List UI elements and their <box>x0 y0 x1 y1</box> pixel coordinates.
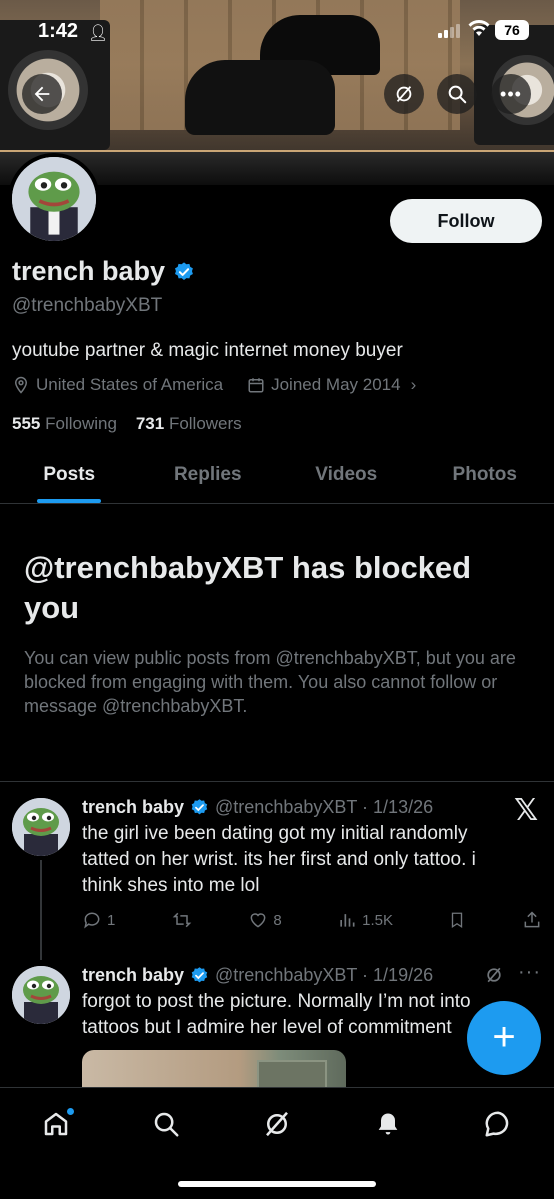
following-link[interactable]: 555 Following <box>12 414 117 433</box>
post-header: trench baby @trenchbabyXBT · 1/19/26 <box>82 965 433 986</box>
tab-replies[interactable]: Replies <box>139 447 278 503</box>
chevron-right-icon[interactable]: › <box>411 375 417 395</box>
section-divider <box>0 781 554 782</box>
bookmark-icon <box>452 912 463 929</box>
like-count: 8 <box>273 911 282 929</box>
arrow-left-icon <box>34 86 50 102</box>
bookmark-button[interactable] <box>448 910 466 930</box>
verified-badge-icon <box>191 799 208 815</box>
post-avatar[interactable] <box>12 966 70 1024</box>
post-header: trench baby @trenchbabyXBT · 1/13/26 <box>82 797 433 818</box>
views-icon <box>340 914 355 927</box>
banner-horse-statue <box>185 60 335 135</box>
location-icon <box>14 376 28 394</box>
tab-videos[interactable]: Videos <box>277 447 416 503</box>
plus-icon: + <box>492 1015 516 1059</box>
search-button[interactable] <box>437 74 477 114</box>
repost-button[interactable] <box>171 910 193 930</box>
search-icon <box>154 1112 179 1137</box>
grok-icon <box>266 1111 288 1137</box>
battery-indicator: 76 <box>495 20 529 40</box>
like-button[interactable]: 8 <box>248 910 282 930</box>
followers-link[interactable]: 731 Followers <box>136 414 242 433</box>
reply-icon <box>84 912 100 929</box>
view-count: 1.5K <box>362 911 393 929</box>
nav-search[interactable] <box>148 1106 184 1142</box>
compose-post-button[interactable]: + <box>467 1001 541 1075</box>
wifi-icon <box>467 18 491 44</box>
profile-stats: 555 Following 731 Followers <box>12 414 242 434</box>
bell-icon <box>378 1113 398 1135</box>
search-icon <box>448 85 467 104</box>
pepe-avatar-image <box>12 966 70 1024</box>
follow-button[interactable]: Follow <box>390 199 542 243</box>
grok-icon[interactable] <box>484 965 504 991</box>
verified-badge-icon[interactable] <box>173 261 195 283</box>
calendar-icon <box>248 378 264 393</box>
profile-name-row: trench baby <box>12 256 195 287</box>
signal-icon <box>438 22 460 38</box>
notification-dot <box>67 1108 74 1115</box>
followers-count: 731 <box>135 414 165 433</box>
home-indicator[interactable] <box>178 1181 376 1187</box>
post-handle-date: @trenchbabyXBT · 1/13/26 <box>215 797 434 817</box>
repost-icon <box>172 912 192 928</box>
followers-label: Followers <box>168 414 242 433</box>
profile-avatar[interactable] <box>8 153 100 245</box>
profile-display-name: trench baby <box>12 256 166 286</box>
heart-icon <box>250 913 266 928</box>
home-icon <box>44 1112 68 1136</box>
nav-notifications[interactable] <box>370 1106 406 1142</box>
post-more-icon[interactable]: ··· <box>518 961 541 984</box>
pepe-avatar-image <box>12 157 96 241</box>
x-logo-icon[interactable]: 𝕏 <box>514 793 538 828</box>
blocked-message: You can view public posts from @trenchba… <box>24 648 516 716</box>
status-time: 1:42 <box>38 20 79 42</box>
profile-handle: @trenchbabyXBT <box>12 295 163 316</box>
profile-location: United States of America <box>36 375 224 394</box>
share-icon <box>524 911 540 928</box>
profile-tabs: Posts Replies Videos Photos <box>0 447 554 504</box>
following-label: Following <box>45 414 117 433</box>
post-text: forgot to post the picture. Normally I’m… <box>82 991 471 1038</box>
post-text: the girl ive been dating got my initial … <box>82 823 476 896</box>
post-image[interactable] <box>82 1050 346 1090</box>
grok-button[interactable] <box>384 74 424 114</box>
profile-joined: Joined May 2014 <box>271 375 401 394</box>
nav-messages[interactable] <box>480 1106 516 1142</box>
image-object <box>257 1060 327 1090</box>
pepe-avatar-image <box>12 798 70 856</box>
following-count: 555 <box>12 414 41 433</box>
more-icon: ••• <box>500 84 522 104</box>
grok-icon <box>396 86 412 102</box>
nav-home[interactable] <box>38 1106 74 1142</box>
reply-button[interactable]: 1 <box>82 910 115 930</box>
tab-photos[interactable]: Photos <box>416 447 554 503</box>
reply-count: 1 <box>107 911 116 929</box>
share-button[interactable] <box>522 910 542 930</box>
nav-grok[interactable] <box>259 1106 295 1142</box>
post-avatar[interactable] <box>12 798 70 856</box>
post-author-name[interactable]: trench baby <box>82 797 184 818</box>
post-author-name[interactable]: trench baby <box>82 965 184 986</box>
person-icon: 👤︎ <box>88 25 109 42</box>
blocked-title: @trenchbabyXBT has blocked you <box>24 550 472 625</box>
verified-badge-icon <box>191 967 208 983</box>
more-button[interactable]: ••• <box>491 74 531 114</box>
thread-line <box>40 860 42 960</box>
back-button[interactable] <box>22 74 62 114</box>
status-bar: 1:42 👤︎ 76 <box>0 18 554 48</box>
profile-bio: youtube partner & magic internet money b… <box>12 340 403 361</box>
post-handle-date: @trenchbabyXBT · 1/19/26 <box>215 965 434 985</box>
profile-meta: United States of America Joined May 2014… <box>12 375 416 395</box>
views-button[interactable]: 1.5K <box>337 910 393 930</box>
post-actions: 1 8 1.5K <box>82 905 542 935</box>
tab-posts[interactable]: Posts <box>0 447 139 503</box>
chat-bubble-icon <box>485 1111 509 1137</box>
